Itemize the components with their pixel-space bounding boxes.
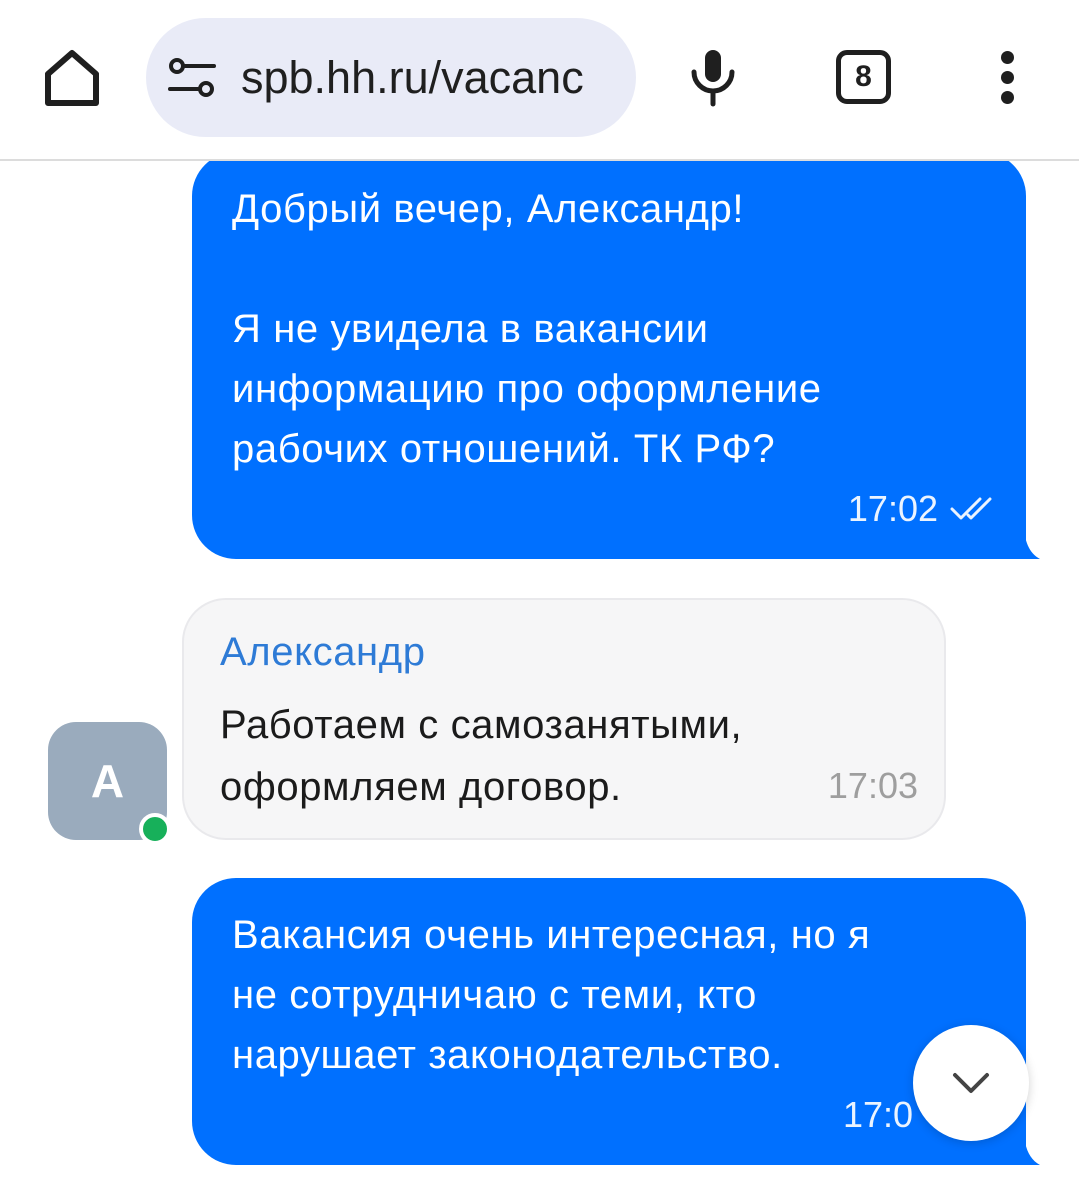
chevron-down-icon	[953, 1073, 989, 1093]
voice-search-button[interactable]	[688, 46, 738, 108]
message-text: Работаем с самозанятыми, оформляем догов…	[220, 703, 743, 809]
outgoing-message: Вакансия очень интересная, но я не сотру…	[192, 878, 1040, 1165]
menu-dot	[1001, 71, 1014, 84]
address-bar[interactable]: spb.hh.ru/vacanc	[146, 18, 636, 137]
home-button[interactable]	[40, 46, 104, 110]
home-icon	[45, 50, 99, 106]
bubble-tail	[1024, 523, 1040, 559]
browser-toolbar: spb.hh.ru/vacanc 8	[0, 0, 1079, 159]
message-text: Вакансия очень интересная, но я не сотру…	[232, 913, 871, 1077]
more-vert-icon[interactable]	[990, 44, 1026, 110]
outgoing-message: Добрый вечер, Александр! Я не увидела в …	[192, 152, 1040, 559]
message-time: 17:03	[827, 765, 918, 806]
message-time: 17:02	[847, 488, 938, 529]
message-meta: 17:0	[232, 1085, 986, 1145]
menu-dot	[1001, 91, 1014, 104]
tune-icon[interactable]	[168, 57, 216, 99]
double-check-icon	[950, 497, 992, 520]
mic-icon	[691, 50, 735, 107]
tab-switcher-button[interactable]: 8	[836, 50, 891, 104]
menu-dot	[1001, 51, 1014, 64]
message-text: Добрый вечер, Александр! Я не увидела в …	[232, 187, 822, 471]
incoming-message: Александр Работаем с самозанятыми, оформ…	[182, 598, 946, 840]
scroll-to-bottom-button[interactable]	[913, 1025, 1029, 1141]
url-text[interactable]: spb.hh.ru/vacanc	[241, 18, 626, 137]
online-dot-icon	[139, 813, 171, 845]
message-time: 17:0	[843, 1094, 914, 1135]
bubble-tail	[1024, 1129, 1040, 1165]
sender-name: Александр	[220, 630, 426, 674]
toolbar-divider	[0, 159, 1079, 161]
message-meta: 17:02	[232, 479, 998, 539]
